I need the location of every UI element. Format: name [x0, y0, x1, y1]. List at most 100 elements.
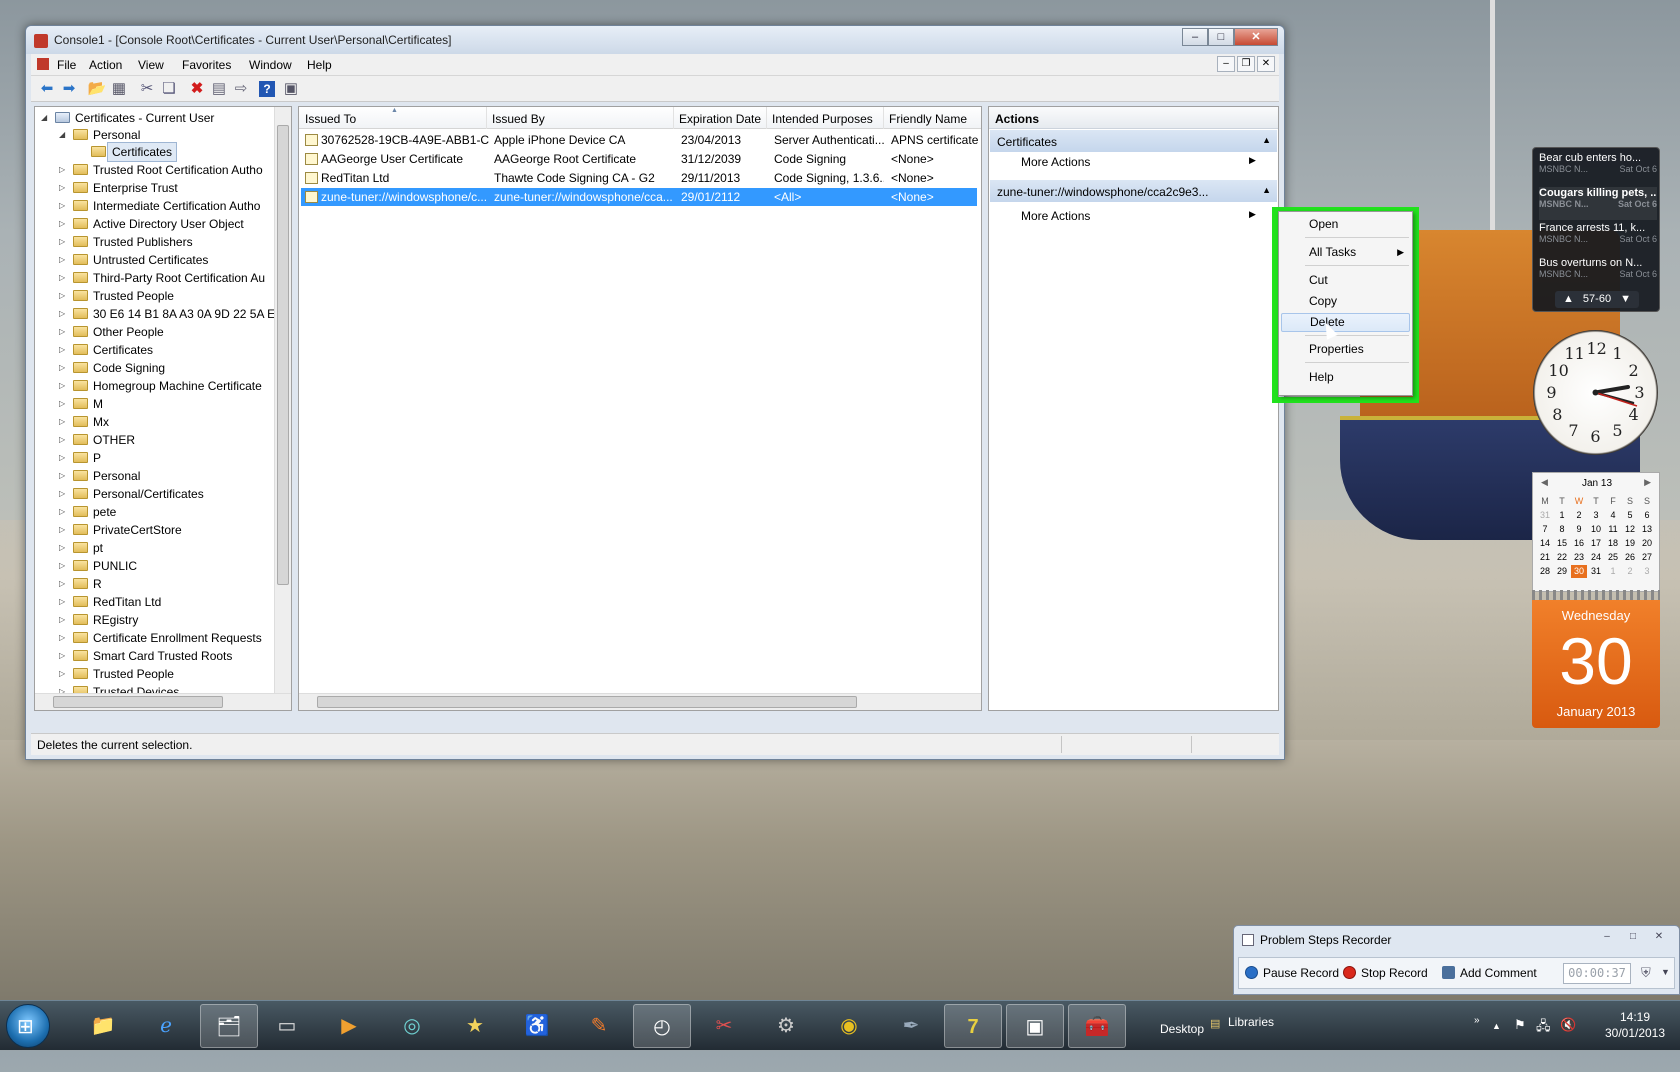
expand-arrow-icon[interactable]: ▷ [59, 233, 69, 251]
action-center-flag-icon[interactable]: ⚑ [1514, 1017, 1526, 1067]
list-horizontal-scrollbar[interactable] [299, 693, 981, 710]
properties-icon[interactable]: ▤ [209, 79, 229, 99]
calendar-day-cell[interactable]: 16 [1571, 537, 1587, 550]
actions-section-certificates[interactable]: Certificates ▲ [990, 130, 1277, 152]
expand-arrow-icon[interactable]: ▷ [59, 485, 69, 503]
expand-arrow-icon[interactable]: ▷ [59, 251, 69, 269]
add-comment-button[interactable]: Add Comment [1442, 966, 1537, 980]
taskbar-clock[interactable]: 14:19 30/01/2013 [1595, 1009, 1675, 1041]
pager-up-icon[interactable]: ▲ [1563, 293, 1574, 305]
show-action-pane-icon[interactable]: ▣ [281, 79, 301, 99]
expand-arrow-icon[interactable]: ▷ [59, 503, 69, 521]
expand-arrow-icon[interactable]: ▷ [59, 305, 69, 323]
calendar-day-cell[interactable]: 18 [1605, 537, 1621, 550]
calendar-day-cell[interactable]: 4 [1605, 509, 1621, 522]
dropdown-arrow-icon[interactable]: ▼ [1661, 967, 1670, 977]
taskbar-app7-icon[interactable]: 7 [944, 1004, 1002, 1048]
console-icon[interactable] [37, 58, 49, 70]
pause-record-button[interactable]: Pause Record [1245, 966, 1339, 980]
calendar-day-cell[interactable]: 20 [1639, 537, 1655, 550]
export-list-icon[interactable]: ⇨ [231, 79, 251, 99]
taskbar-star-icon[interactable]: ★ [446, 1004, 504, 1048]
calendar-day-cell[interactable]: 9 [1571, 523, 1587, 536]
taskbar-clock-app-icon[interactable]: ◴ [633, 1004, 691, 1048]
calendar-day-cell[interactable]: 15 [1554, 537, 1570, 550]
calendar-day-cell[interactable]: 13 [1639, 523, 1655, 536]
taskbar-ie-icon[interactable]: ℯ [137, 1004, 195, 1048]
taskbar-mmc-icon[interactable]: 🧰 [1068, 1004, 1126, 1048]
start-button[interactable]: ⊞ [6, 1004, 50, 1048]
psr-minimize-button[interactable]: – [1595, 930, 1619, 946]
psr-maximize-button[interactable]: □ [1621, 930, 1645, 946]
taskbar-snipping-icon[interactable]: ✂ [695, 1004, 753, 1048]
column-issued-to[interactable]: Issued To [305, 112, 356, 126]
expand-arrow-icon[interactable]: ▷ [59, 431, 69, 449]
shield-icon[interactable]: ⛨ [1641, 965, 1651, 981]
pager-down-icon[interactable]: ▼ [1620, 293, 1631, 305]
calendar-day-cell[interactable]: 25 [1605, 551, 1621, 564]
taskbar-globe-icon[interactable]: ◎ [383, 1004, 441, 1048]
menu-favorites[interactable]: Favorites [182, 58, 231, 72]
taskbar-cmd-icon[interactable]: ▭ [258, 1004, 316, 1048]
collapse-up-icon[interactable]: ▲ [1262, 135, 1271, 145]
calendar-day-cell[interactable]: 22 [1554, 551, 1570, 564]
calendar-day-cell[interactable]: 21 [1537, 551, 1553, 564]
expand-arrow-icon[interactable]: ▷ [59, 377, 69, 395]
console-tree[interactable]: ◢ Certificates - Current User ◢ Personal… [34, 106, 292, 711]
taskbar-media-icon[interactable]: ▶ [320, 1004, 378, 1048]
collapse-arrow-icon[interactable]: ◢ [41, 109, 51, 127]
calendar-day-cell[interactable]: 30 [1571, 565, 1587, 578]
expand-arrow-icon[interactable]: ▷ [59, 395, 69, 413]
table-row-selected[interactable]: zune-tuner://windowsphone/c... zune-tuner… [301, 188, 977, 206]
taskbar-chrome-icon[interactable]: ◉ [820, 1004, 878, 1048]
delete-icon[interactable]: ✖ [187, 79, 207, 99]
cut-icon[interactable]: ✂ [137, 79, 157, 99]
certificate-list[interactable]: Issued To ▲ Issued By Expiration Date In… [298, 106, 982, 711]
news-item[interactable]: Bus overturns on N... MSNBC N... Sat Oct 6 [1539, 257, 1657, 290]
ctx-delete[interactable]: Delete [1281, 313, 1410, 332]
expand-arrow-icon[interactable]: ▷ [59, 197, 69, 215]
volume-muted-icon[interactable]: 🔇 [1560, 1017, 1576, 1067]
more-actions-2[interactable]: More Actions ▶ [1021, 209, 1256, 223]
up-folder-icon[interactable]: 📂 [87, 79, 107, 99]
mdi-close-button[interactable]: ✕ [1257, 56, 1275, 72]
expand-arrow-icon[interactable]: ▷ [59, 521, 69, 539]
ctx-properties[interactable]: Properties [1309, 342, 1364, 356]
minimize-button[interactable]: – [1182, 28, 1208, 46]
menu-help[interactable]: Help [307, 58, 332, 72]
news-item[interactable]: Bear cub enters ho... MSNBC N... Sat Oct 6 [1539, 152, 1657, 185]
news-item[interactable]: France arrests 11, k... MSNBC N... Sat Oct… [1539, 222, 1657, 255]
mmc-app-icon[interactable] [34, 34, 48, 48]
taskbar-libraries-icon[interactable]: 🗂 [200, 1004, 258, 1048]
calendar-day-cell[interactable]: 31 [1588, 565, 1604, 578]
window-titlebar[interactable]: Console1 - [Console Root\Certificates - … [26, 26, 1284, 54]
taskbar-psr-icon[interactable]: ▣ [1006, 1004, 1064, 1048]
column-expiration-date[interactable]: Expiration Date [679, 112, 761, 126]
menu-window[interactable]: Window [249, 58, 292, 72]
table-row[interactable]: 30762528-19CB-4A9E-ABB1-C5... Apple iPhon… [301, 131, 978, 149]
forward-arrow-icon[interactable]: ➡ [59, 79, 79, 99]
calendar-day-cell[interactable]: 10 [1588, 523, 1604, 536]
taskbar-accessibility-icon[interactable]: ♿ [508, 1004, 566, 1048]
expand-arrow-icon[interactable]: ▷ [59, 215, 69, 233]
table-row[interactable]: AAGeorge User Certificate AAGeorge Root C… [301, 150, 977, 168]
back-arrow-icon[interactable]: ⬅ [37, 79, 57, 99]
help-icon[interactable]: ? [259, 81, 275, 97]
expand-arrow-icon[interactable]: ▷ [59, 593, 69, 611]
taskbar-app-icon[interactable]: ✎ [570, 1004, 628, 1048]
calendar-day-cell[interactable]: 23 [1571, 551, 1587, 564]
expand-arrow-icon[interactable]: ▷ [59, 413, 69, 431]
expand-arrow-icon[interactable]: ▷ [59, 611, 69, 629]
calendar-day-cell[interactable]: 1 [1554, 509, 1570, 522]
toolbar-overflow-icon[interactable]: » [1474, 1015, 1480, 1065]
calendar-day-cell[interactable]: 14 [1537, 537, 1553, 550]
expand-arrow-icon[interactable]: ▷ [59, 557, 69, 575]
taskbar-pen-icon[interactable]: ✒ [882, 1004, 940, 1048]
calendar-day-cell[interactable]: 29 [1554, 565, 1570, 578]
calendar-day-cell[interactable]: 5 [1622, 509, 1638, 522]
scroll-thumb[interactable] [317, 696, 857, 708]
news-gadget[interactable]: Bear cub enters ho... MSNBC N... Sat Oct 6… [1532, 147, 1660, 312]
show-hidden-icons[interactable]: ▲ [1492, 1021, 1501, 1071]
taskbar-settings-icon[interactable]: ⚙ [757, 1004, 815, 1048]
news-item[interactable]: Cougars killing pets, ... MSNBC N... Sat O… [1539, 187, 1657, 220]
